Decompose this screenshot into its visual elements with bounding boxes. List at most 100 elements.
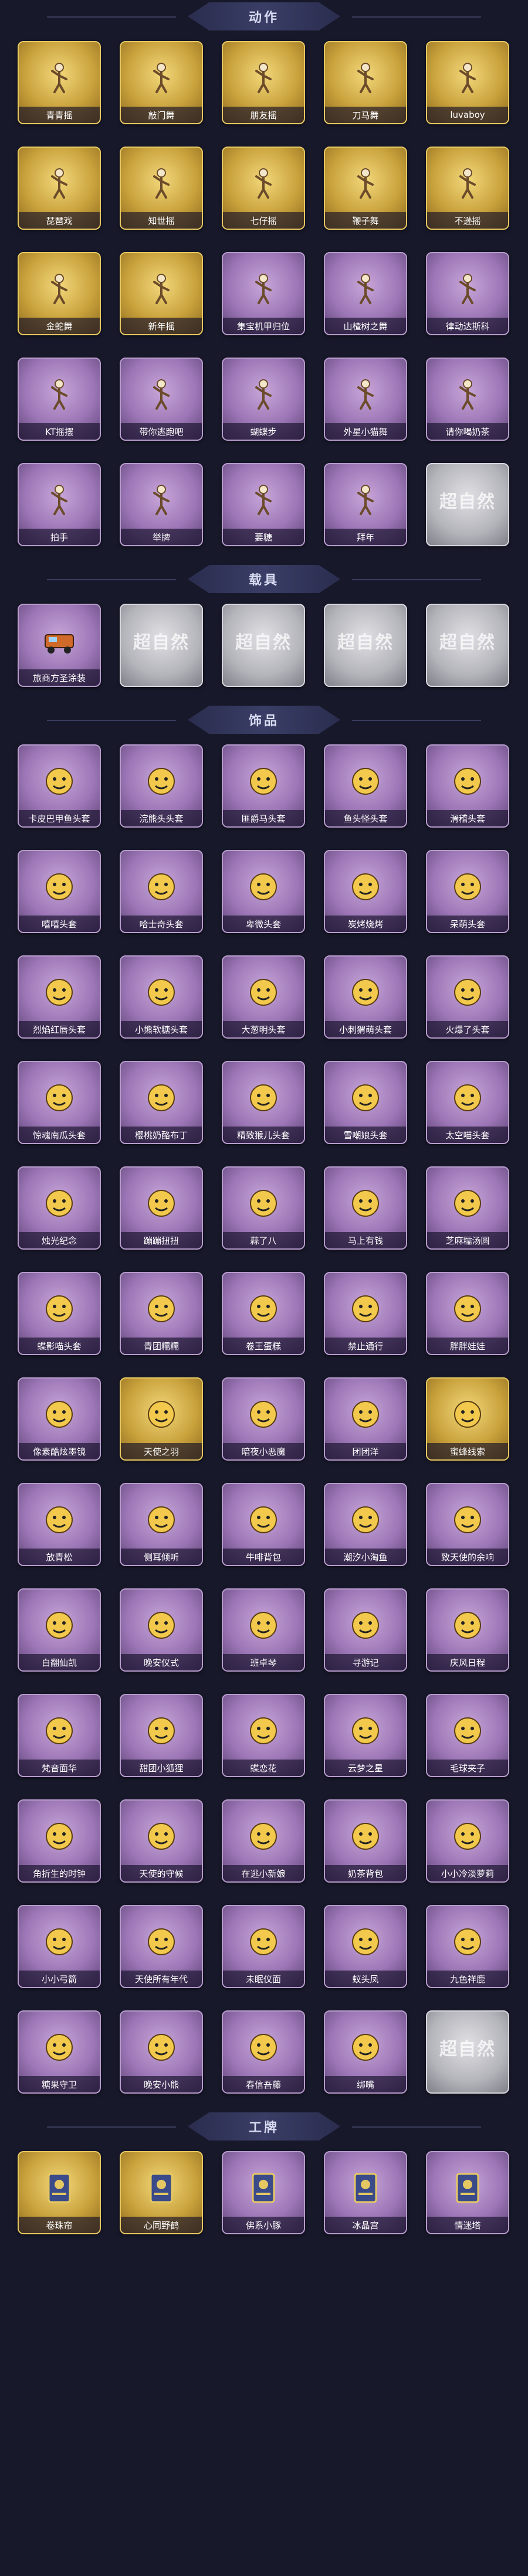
item-tile[interactable]: 超自然 [222,604,305,687]
item-tile[interactable]: 七仔摇 [222,147,305,230]
item-tile[interactable]: 云梦之星 [324,1694,407,1777]
item-tile[interactable]: 寻游记 [324,1588,407,1672]
item-tile[interactable]: 卷珠帘 [18,2151,101,2234]
item-tile[interactable]: 鱼头怪头套 [324,744,407,828]
item-tile[interactable]: 浣熊头头套 [120,744,203,828]
item-tile[interactable]: 青团糯糯 [120,1272,203,1355]
item-tile[interactable]: 庆风日程 [426,1588,509,1672]
item-tile[interactable]: 白翻仙凯 [18,1588,101,1672]
item-tile[interactable]: 糖果守卫 [18,2010,101,2094]
item-tile[interactable]: 蚁头凤 [324,1905,407,1988]
item-tile[interactable]: 在逃小新娘 [222,1799,305,1883]
item-tile[interactable]: 滑稽头套 [426,744,509,828]
item-tile[interactable]: 天使的守候 [120,1799,203,1883]
item-tile[interactable]: 角折生的时钟 [18,1799,101,1883]
item-tile[interactable]: 致天使的余响 [426,1483,509,1566]
item-tile[interactable]: 小熊软糖头套 [120,955,203,1039]
item-tile[interactable]: 小小弓箭 [18,1905,101,1988]
item-tile[interactable]: 超自然 [120,604,203,687]
item-tile[interactable]: 刀马舞 [324,41,407,124]
item-tile[interactable]: 潮汐小淘鱼 [324,1483,407,1566]
item-tile[interactable]: 带你逃跑吧 [120,358,203,441]
item-tile[interactable]: 甜团小狐狸 [120,1694,203,1777]
item-tile[interactable]: 外星小猫舞 [324,358,407,441]
item-tile[interactable]: 琵琶戏 [18,147,101,230]
item-tile[interactable]: 卷王蛋糕 [222,1272,305,1355]
item-tile[interactable]: 胖胖娃娃 [426,1272,509,1355]
item-tile[interactable]: 绑嘴 [324,2010,407,2094]
item-tile[interactable]: 超自然 [426,463,509,546]
item-tile[interactable]: 烛光纪念 [18,1166,101,1250]
item-tile[interactable]: 拍手 [18,463,101,546]
item-tile[interactable]: luvaboy [426,41,509,124]
item-tile[interactable]: 卑微头套 [222,850,305,933]
item-tile[interactable]: 卡皮巴甲鱼头套 [18,744,101,828]
item-tile[interactable]: 蝶影喵头套 [18,1272,101,1355]
item-tile[interactable]: 牛啡背包 [222,1483,305,1566]
item-tile[interactable]: 未眠仪面 [222,1905,305,1988]
item-tile[interactable]: 梵音面华 [18,1694,101,1777]
item-tile[interactable]: 火爆了头套 [426,955,509,1039]
item-tile[interactable]: 金蛇舞 [18,252,101,335]
item-tile[interactable]: 晚安仪式 [120,1588,203,1672]
item-tile[interactable]: 班卓琴 [222,1588,305,1672]
item-tile[interactable]: 山楂树之舞 [324,252,407,335]
item-tile[interactable]: 超自然 [324,604,407,687]
item-tile[interactable]: 超自然 [426,2010,509,2094]
item-tile[interactable]: 集宝机甲归位 [222,252,305,335]
item-tile[interactable]: 侧耳倾听 [120,1483,203,1566]
item-tile[interactable]: 禁止通行 [324,1272,407,1355]
item-tile[interactable]: 放青松 [18,1483,101,1566]
item-tile[interactable]: 马上有钱 [324,1166,407,1250]
item-tile[interactable]: 天使之羽 [120,1377,203,1461]
item-tile[interactable]: 哈士奇头套 [120,850,203,933]
item-tile[interactable]: 鞭子舞 [324,147,407,230]
item-tile[interactable]: 晚安小熊 [120,2010,203,2094]
item-tile[interactable]: 蝶恋花 [222,1694,305,1777]
item-tile[interactable]: 旅商方圣涂装 [18,604,101,687]
item-tile[interactable]: 超自然 [426,604,509,687]
item-tile[interactable]: 拜年 [324,463,407,546]
item-tile[interactable]: 朋友摇 [222,41,305,124]
item-tile[interactable]: 炭烤烧烤 [324,850,407,933]
item-tile[interactable]: 春信吾藤 [222,2010,305,2094]
item-tile[interactable]: 冰晶宫 [324,2151,407,2234]
item-tile[interactable]: 新年摇 [120,252,203,335]
item-tile[interactable]: 情迷塔 [426,2151,509,2234]
item-tile[interactable]: 要糖 [222,463,305,546]
item-tile[interactable]: 芝麻糯汤圆 [426,1166,509,1250]
item-tile[interactable]: 毛球夹子 [426,1694,509,1777]
item-tile[interactable]: 九色祥鹿 [426,1905,509,1988]
item-tile[interactable]: 大葱明头套 [222,955,305,1039]
item-tile[interactable]: 樱桃奶酪布丁 [120,1061,203,1144]
item-tile[interactable]: 不逊摇 [426,147,509,230]
item-tile[interactable]: 精致猴儿头套 [222,1061,305,1144]
item-tile[interactable]: 小刺猬萌头套 [324,955,407,1039]
item-tile[interactable]: 暗夜小恶魔 [222,1377,305,1461]
item-tile[interactable]: 蜜蜂线索 [426,1377,509,1461]
item-tile[interactable]: 匪爵马头套 [222,744,305,828]
item-tile[interactable]: 青青摇 [18,41,101,124]
item-tile[interactable]: 律动达斯科 [426,252,509,335]
item-tile[interactable]: 团团洋 [324,1377,407,1461]
item-tile[interactable]: 蹦蹦扭扭 [120,1166,203,1250]
item-tile[interactable]: 呆萌头套 [426,850,509,933]
item-tile[interactable]: 惊魂南瓜头套 [18,1061,101,1144]
item-tile[interactable]: 举牌 [120,463,203,546]
item-tile[interactable]: 烈焰红唇头套 [18,955,101,1039]
item-tile[interactable]: 嘻嘻头套 [18,850,101,933]
item-tile[interactable]: 知世摇 [120,147,203,230]
item-tile[interactable]: 蒜了八 [222,1166,305,1250]
item-tile[interactable]: 蝴蝶步 [222,358,305,441]
item-tile[interactable]: 像素酷炫墨镜 [18,1377,101,1461]
item-tile[interactable]: 太空喵头套 [426,1061,509,1144]
item-tile[interactable]: 小小冷淡萝莉 [426,1799,509,1883]
item-tile[interactable]: 请你喝奶茶 [426,358,509,441]
item-tile[interactable]: 天使所有年代 [120,1905,203,1988]
item-tile[interactable]: 佛系小豚 [222,2151,305,2234]
item-tile[interactable]: 奶茶背包 [324,1799,407,1883]
item-tile[interactable]: 敲门舞 [120,41,203,124]
item-tile[interactable]: 心同野鹤 [120,2151,203,2234]
item-tile[interactable]: KT摇摆 [18,358,101,441]
item-tile[interactable]: 雪嘲娘头套 [324,1061,407,1144]
